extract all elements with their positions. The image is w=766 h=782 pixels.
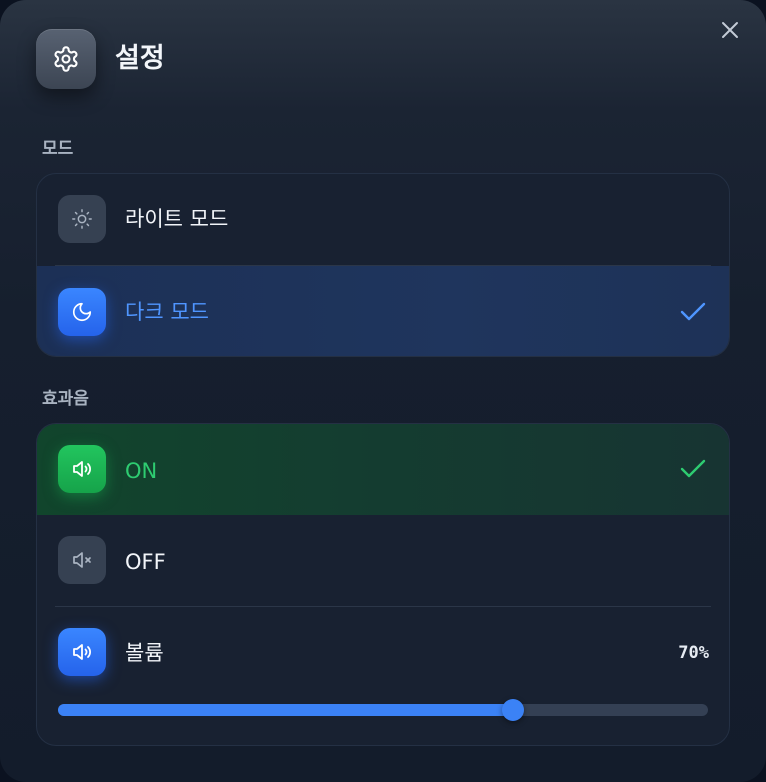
check-icon	[680, 302, 706, 321]
speaker-on-icon	[73, 644, 91, 660]
settings-dialog: 설정 모드 라이트 모드 다크 모드 효과음 ON OFF 볼륨 70%	[0, 0, 766, 782]
sound-on-label: ON	[125, 459, 158, 483]
light-mode-icon-box	[58, 195, 106, 243]
sound-on-icon-box	[58, 445, 106, 493]
close-button[interactable]	[712, 12, 748, 48]
page-title: 설정	[115, 43, 165, 74]
sound-on-option[interactable]: ON	[37, 424, 729, 515]
volume-row: 볼륨 70%	[37, 607, 729, 745]
speaker-on-icon	[73, 461, 91, 477]
volume-slider-fill	[58, 704, 513, 716]
dark-mode-label: 다크 모드	[125, 300, 209, 324]
sound-off-option[interactable]: OFF	[37, 515, 729, 606]
speaker-mute-icon	[73, 552, 91, 568]
moon-icon	[72, 302, 92, 322]
sound-off-label: OFF	[125, 550, 166, 574]
gear-icon	[54, 46, 78, 72]
sun-icon	[72, 209, 92, 229]
mode-section-label: 모드	[42, 139, 74, 159]
light-mode-label: 라이트 모드	[125, 207, 229, 231]
volume-value: 70%	[678, 643, 709, 663]
volume-label: 볼륨	[125, 641, 164, 665]
volume-slider-thumb[interactable]	[502, 699, 524, 721]
dark-mode-option[interactable]: 다크 모드	[37, 266, 729, 356]
light-mode-option[interactable]: 라이트 모드	[37, 174, 729, 265]
mode-card: 라이트 모드 다크 모드	[36, 173, 730, 357]
sound-section-label: 효과음	[42, 389, 89, 409]
settings-header-icon	[36, 29, 96, 89]
volume-slider[interactable]	[58, 699, 708, 721]
close-icon	[722, 22, 738, 38]
volume-icon-box	[58, 628, 106, 676]
dark-mode-icon-box	[58, 288, 106, 336]
check-icon	[680, 459, 706, 478]
sound-card: ON OFF 볼륨 70%	[36, 423, 730, 746]
sound-off-icon-box	[58, 536, 106, 584]
